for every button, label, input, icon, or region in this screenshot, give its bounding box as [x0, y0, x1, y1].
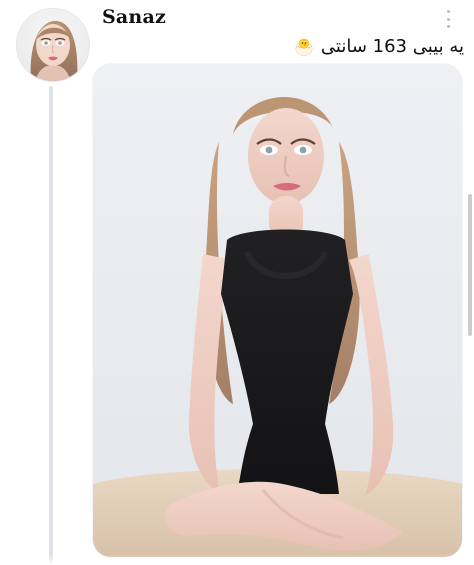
thread-post: Sanaz یه بیبی 163 سانتی	[0, 0, 474, 565]
hatching-chick-emoji	[295, 38, 313, 56]
avatar-image	[17, 9, 89, 81]
post-image[interactable]	[93, 64, 462, 557]
scrollbar-thumb[interactable]	[468, 194, 472, 336]
avatar[interactable]	[16, 8, 90, 82]
more-vertical-icon[interactable]	[442, 10, 454, 28]
post-caption-row: یه بیبی 163 سانتی	[293, 32, 464, 60]
more-dot	[446, 17, 450, 21]
photo	[93, 64, 462, 557]
more-dot	[446, 10, 450, 13]
post-caption: یه بیبی 163 سانتی	[320, 35, 464, 57]
thread-line	[49, 86, 53, 565]
username[interactable]: Sanaz	[102, 6, 166, 28]
more-dot	[446, 25, 450, 28]
bottom-fade	[0, 555, 474, 565]
